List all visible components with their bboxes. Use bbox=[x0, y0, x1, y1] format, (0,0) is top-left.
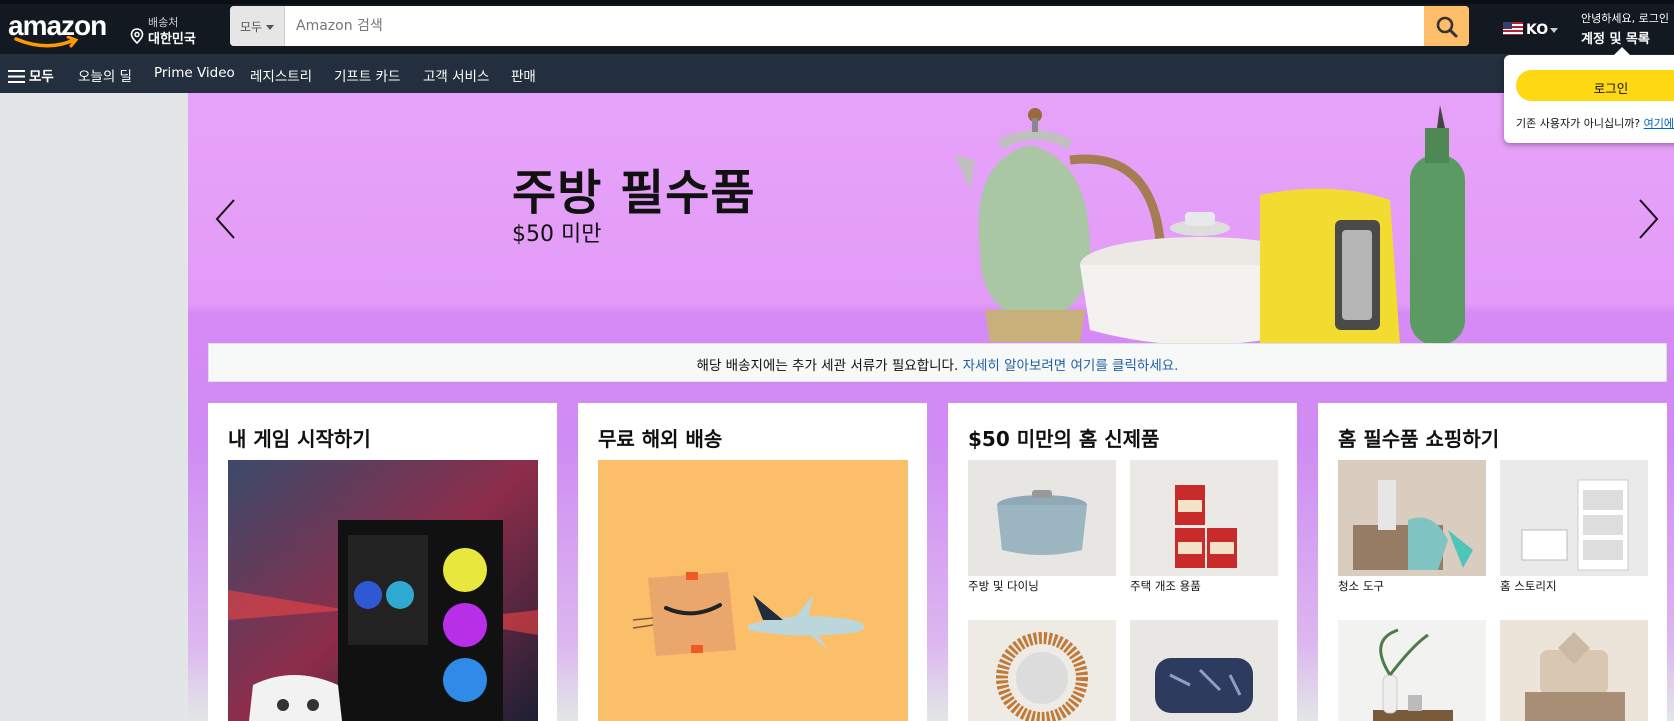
account-greeting: 안녕하세요, 로그인 bbox=[1581, 12, 1669, 25]
smile-icon bbox=[14, 36, 79, 48]
us-flag-icon bbox=[1503, 22, 1523, 35]
deliver-to[interactable]: 배송처 대한민국 bbox=[128, 12, 218, 48]
search-category-label: 모두 bbox=[240, 20, 263, 34]
language-selector[interactable]: KO bbox=[1503, 22, 1559, 38]
tile-mirror[interactable] bbox=[968, 620, 1116, 721]
tile-image bbox=[968, 460, 1116, 576]
carousel-prev-arrow[interactable] bbox=[214, 198, 238, 240]
card-home-essentials: 홈 필수품 쇼핑하기 청소 도구 홈 스토리지 bbox=[1318, 403, 1667, 721]
chevron-down-icon bbox=[266, 25, 275, 30]
card-title[interactable]: 홈 필수품 쇼핑하기 bbox=[1338, 423, 1647, 452]
top-header: amazon 배송처 대한민국 모두 KO 안녕하세요, 로그인 계정 및 목록 bbox=[0, 0, 1674, 54]
shipping-illustration[interactable] bbox=[598, 460, 908, 721]
tile-caption: 홈 스토리지 bbox=[1500, 579, 1557, 593]
new-user-link[interactable]: 여기에서 시작합니다. bbox=[1644, 117, 1674, 130]
tile-caption: 청소 도구 bbox=[1338, 579, 1384, 593]
location-pin-icon bbox=[130, 28, 144, 44]
card-home-under-50: $50 미만의 홈 신제품 주방 및 다이닝 주택 개조 용품 bbox=[948, 403, 1297, 721]
search-bar: 모두 bbox=[230, 6, 1469, 46]
customs-notice: 해당 배송지에는 추가 세관 서류가 필요합니다. 자세히 알아보려면 여기를 … bbox=[208, 343, 1667, 382]
nav-item-sell[interactable]: 판매 bbox=[511, 65, 536, 85]
search-button[interactable] bbox=[1424, 6, 1469, 46]
card-title[interactable]: 내 게임 시작하기 bbox=[228, 423, 537, 452]
tile-image bbox=[1500, 620, 1648, 721]
kitchen-products-image bbox=[955, 105, 1465, 345]
nav-item-prime-video[interactable]: Prime Video bbox=[154, 65, 235, 81]
tile-image bbox=[1130, 620, 1278, 721]
tile-image bbox=[1130, 460, 1278, 576]
card-title[interactable]: 무료 해외 배송 bbox=[598, 423, 907, 452]
search-category-dropdown[interactable]: 모두 bbox=[230, 6, 285, 46]
nav-item-todays-deals[interactable]: 오늘의 딜 bbox=[78, 65, 132, 85]
tile-home-storage[interactable]: 홈 스토리지 bbox=[1500, 460, 1648, 594]
nav-item-customer-service[interactable]: 고객 서비스 bbox=[423, 65, 489, 85]
gaming-pc-image[interactable] bbox=[228, 460, 538, 721]
tile-caption: 주택 개조 용품 bbox=[1130, 579, 1201, 593]
search-icon bbox=[1436, 16, 1458, 38]
nav-bar: 모두 오늘의 딜 Prime Video 레지스트리 기프트 카드 고객 서비스… bbox=[0, 54, 1674, 93]
carousel-next-arrow[interactable] bbox=[1636, 198, 1660, 240]
tile-cleaning-tools[interactable]: 청소 도구 bbox=[1338, 460, 1486, 594]
account-lists-label: 계정 및 목록 bbox=[1581, 32, 1650, 47]
tile-pillow[interactable] bbox=[1130, 620, 1278, 721]
tile-image bbox=[1338, 620, 1486, 721]
new-user-prompt: 기존 사용자가 아니십니까? 여기에서 시작합니다. bbox=[1516, 115, 1674, 131]
tile-home-improvement[interactable]: 주택 개조 용품 bbox=[1130, 460, 1278, 594]
card-free-shipping: 무료 해외 배송 bbox=[578, 403, 927, 721]
hero-subtitle: $50 미만 bbox=[512, 222, 602, 247]
notice-link[interactable]: 자세히 알아보려면 여기를 클릭하세요. bbox=[963, 358, 1179, 374]
all-menu-label: 모두 bbox=[29, 69, 54, 85]
tile-image bbox=[1500, 460, 1648, 576]
card-gaming: 내 게임 시작하기 bbox=[208, 403, 557, 721]
tile-caption: 주방 및 다이닝 bbox=[968, 579, 1039, 593]
tile-kitchen-dining[interactable]: 주방 및 다이닝 bbox=[968, 460, 1116, 594]
amazon-logo[interactable]: amazon bbox=[8, 8, 108, 50]
search-input[interactable] bbox=[286, 6, 1411, 46]
card-title[interactable]: $50 미만의 홈 신제품 bbox=[968, 423, 1277, 452]
tile-bedroom[interactable] bbox=[1500, 620, 1648, 721]
account-menu[interactable]: 안녕하세요, 로그인 계정 및 목록 bbox=[1581, 10, 1674, 47]
tile-image bbox=[968, 620, 1116, 721]
language-code: KO bbox=[1526, 22, 1549, 38]
all-menu-button[interactable]: 모두 bbox=[8, 65, 54, 85]
login-popover: 로그인 기존 사용자가 아니십니까? 여기에서 시작합니다. bbox=[1504, 47, 1674, 143]
deliver-country: 대한민국 bbox=[148, 32, 196, 47]
hero-title: 주방 필수품 bbox=[512, 165, 756, 221]
tile-plant-decor[interactable] bbox=[1338, 620, 1486, 721]
new-user-text: 기존 사용자가 아니십니까? bbox=[1516, 117, 1641, 130]
tile-image bbox=[1338, 460, 1486, 576]
notice-text: 해당 배송지에는 추가 세관 서류가 필요합니다. bbox=[696, 358, 959, 374]
login-button[interactable]: 로그인 bbox=[1516, 70, 1674, 101]
nav-item-registry[interactable]: 레지스트리 bbox=[250, 65, 312, 85]
chevron-down-icon bbox=[1550, 27, 1559, 33]
nav-item-gift-cards[interactable]: 기프트 카드 bbox=[334, 65, 400, 85]
hamburger-icon bbox=[8, 70, 25, 83]
